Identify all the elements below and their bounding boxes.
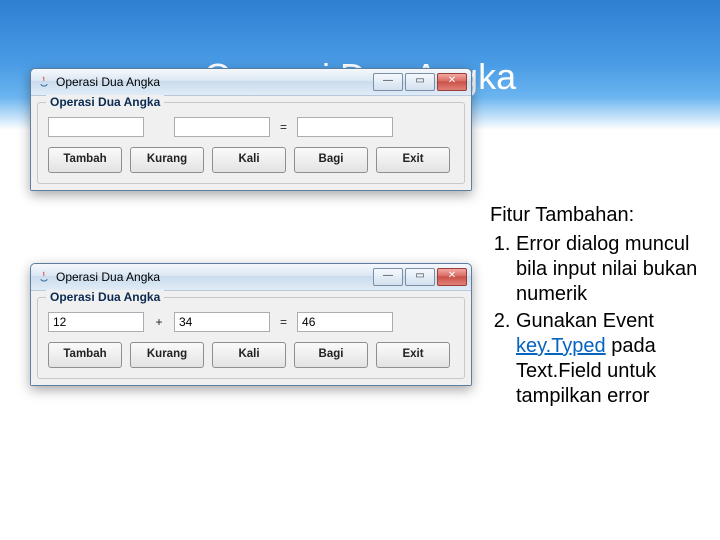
titlebar[interactable]: Operasi Dua Angka — ▭ ✕ <box>31 69 471 96</box>
window-controls: — ▭ ✕ <box>373 268 467 286</box>
notes-item-1: Error dialog muncul bila input nilai buk… <box>516 232 710 307</box>
group-title: Operasi Dua Angka <box>46 95 164 109</box>
bagi-button[interactable]: Bagi <box>294 342 368 368</box>
operand2-input[interactable] <box>174 117 270 137</box>
window-client: Operasi Dua Angka + = Tambah Kurang Kali… <box>31 291 471 385</box>
exit-button[interactable]: Exit <box>376 342 450 368</box>
minimize-button[interactable]: — <box>373 73 403 91</box>
group-panel: Operasi Dua Angka = Tambah Kurang Kali B… <box>37 102 465 184</box>
equals-label: = <box>278 315 289 329</box>
kurang-button[interactable]: Kurang <box>130 342 204 368</box>
window-controls: — ▭ ✕ <box>373 73 467 91</box>
operator-label: + <box>152 315 166 329</box>
kurang-button[interactable]: Kurang <box>130 147 204 173</box>
window-title: Operasi Dua Angka <box>56 75 373 89</box>
result-input[interactable] <box>297 117 393 137</box>
close-button[interactable]: ✕ <box>437 268 467 286</box>
group-title: Operasi Dua Angka <box>46 290 164 304</box>
buttons-row: Tambah Kurang Kali Bagi Exit <box>48 147 454 173</box>
window-2: Operasi Dua Angka — ▭ ✕ Operasi Dua Angk… <box>30 263 472 386</box>
inputs-row: + = <box>48 312 454 332</box>
maximize-button[interactable]: ▭ <box>405 73 435 91</box>
bagi-button[interactable]: Bagi <box>294 147 368 173</box>
operand1-input[interactable] <box>48 312 144 332</box>
operand1-input[interactable] <box>48 117 144 137</box>
operand2-input[interactable] <box>174 312 270 332</box>
result-input[interactable] <box>297 312 393 332</box>
kali-button[interactable]: Kali <box>212 147 286 173</box>
close-button[interactable]: ✕ <box>437 73 467 91</box>
kali-button[interactable]: Kali <box>212 342 286 368</box>
tambah-button[interactable]: Tambah <box>48 147 122 173</box>
minimize-button[interactable]: — <box>373 268 403 286</box>
java-icon <box>37 270 51 284</box>
group-panel: Operasi Dua Angka + = Tambah Kurang Kali… <box>37 297 465 379</box>
exit-button[interactable]: Exit <box>376 147 450 173</box>
notes-list: Error dialog muncul bila input nilai buk… <box>490 232 710 409</box>
window-title: Operasi Dua Angka <box>56 270 373 284</box>
window-1: Operasi Dua Angka — ▭ ✕ Operasi Dua Angk… <box>30 68 472 191</box>
window-client: Operasi Dua Angka = Tambah Kurang Kali B… <box>31 96 471 190</box>
java-icon <box>37 75 51 89</box>
inputs-row: = <box>48 117 454 137</box>
notes-panel: Fitur Tambahan: Error dialog muncul bila… <box>490 203 710 411</box>
buttons-row: Tambah Kurang Kali Bagi Exit <box>48 342 454 368</box>
notes-item-2: Gunakan Event key.Typed pada Text.Field … <box>516 309 710 409</box>
titlebar[interactable]: Operasi Dua Angka — ▭ ✕ <box>31 264 471 291</box>
equals-label: = <box>278 120 289 134</box>
maximize-button[interactable]: ▭ <box>405 268 435 286</box>
tambah-button[interactable]: Tambah <box>48 342 122 368</box>
notes-heading: Fitur Tambahan: <box>490 203 710 228</box>
